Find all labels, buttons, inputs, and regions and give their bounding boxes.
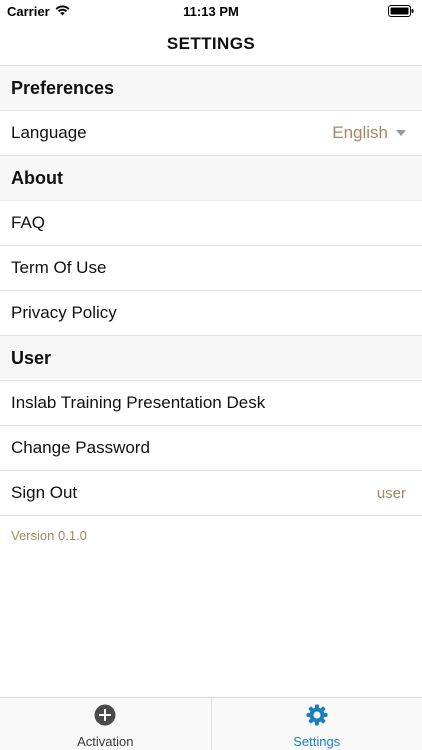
- account-row[interactable]: Inslab Training Presentation Desk: [0, 381, 422, 426]
- sign-out-label: Sign Out: [11, 483, 78, 502]
- faq-label: FAQ: [11, 213, 46, 232]
- change-password-row[interactable]: Change Password: [0, 426, 422, 471]
- section-header-preferences: Preferences: [0, 66, 422, 111]
- tab-settings-label: Settings: [293, 734, 341, 749]
- sign-out-username: user: [376, 484, 406, 502]
- version-label: Version 0.1.0: [11, 528, 87, 543]
- settings-list: Preferences Language English About FAQ T…: [0, 66, 422, 543]
- status-bar: Carrier 11:13 PM: [0, 0, 422, 22]
- page-title: SETTINGS: [166, 34, 256, 53]
- privacy-row[interactable]: Privacy Policy: [0, 291, 422, 336]
- language-label: Language: [11, 123, 87, 142]
- battery-icon: [388, 5, 414, 20]
- account-name-label: Inslab Training Presentation Desk: [11, 393, 266, 412]
- terms-label: Term Of Use: [11, 258, 107, 277]
- language-value: English: [332, 123, 388, 142]
- change-password-label: Change Password: [11, 438, 150, 457]
- section-header-user: User: [0, 336, 422, 381]
- tab-settings[interactable]: Settings: [210, 698, 422, 750]
- tab-activation[interactable]: Activation: [0, 698, 211, 750]
- privacy-label: Privacy Policy: [11, 303, 117, 322]
- plus-circle-icon: [94, 704, 116, 731]
- terms-row[interactable]: Term Of Use: [0, 246, 422, 291]
- language-selector[interactable]: English: [332, 123, 406, 143]
- status-time: 11:13 PM: [183, 4, 239, 19]
- caret-down-icon: [396, 130, 406, 136]
- tab-activation-label: Activation: [77, 734, 134, 749]
- sign-out-row[interactable]: Sign Out user: [0, 471, 422, 516]
- section-header-about: About: [0, 156, 422, 201]
- gear-icon: [306, 704, 328, 731]
- language-row[interactable]: Language English: [0, 111, 422, 156]
- navigation-bar: SETTINGS: [0, 22, 422, 66]
- tab-bar: Activation Settings: [0, 697, 422, 750]
- faq-row[interactable]: FAQ: [0, 201, 422, 246]
